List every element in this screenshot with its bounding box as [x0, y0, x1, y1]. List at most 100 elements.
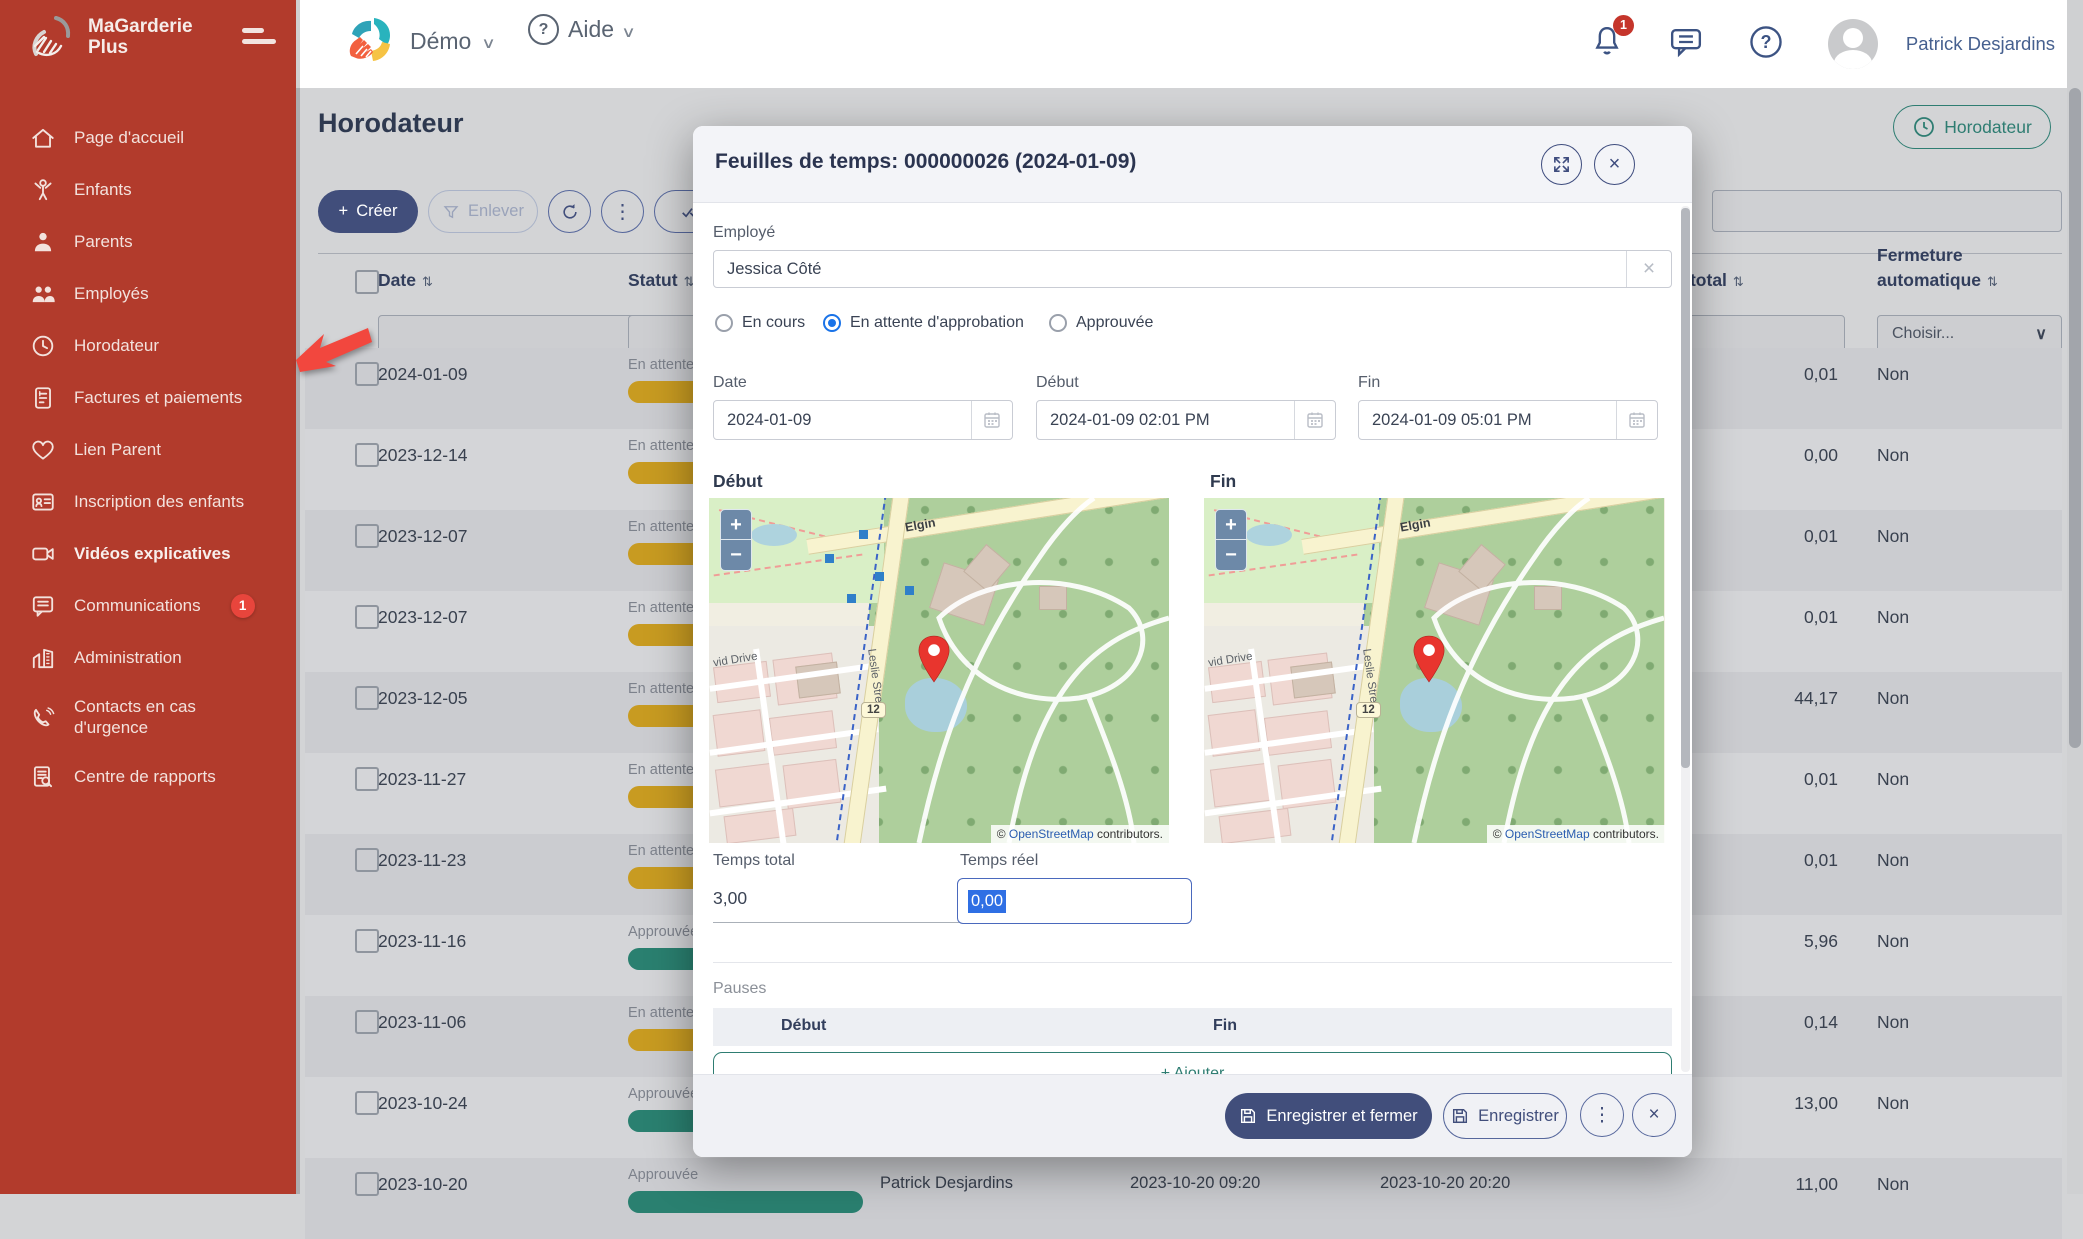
sidebar-item-label: Enfants: [74, 180, 132, 201]
radio-en-attente-d-approbation[interactable]: En attente d'approbation: [823, 314, 1024, 332]
sidebar-toggle-icon[interactable]: [242, 28, 278, 50]
brand-name: MaGarderie Plus: [88, 16, 193, 59]
row-checkbox[interactable]: [355, 929, 379, 953]
cell-date: 2023-11-06: [378, 1012, 466, 1033]
calendar-icon[interactable]: [1616, 401, 1657, 439]
sidebar-item-enfants[interactable]: Enfants: [0, 164, 296, 216]
column-header-statut[interactable]: Statut⇅: [628, 270, 694, 291]
horodateur-header-button[interactable]: Horodateur: [1893, 105, 2051, 149]
zoom-out-button[interactable]: −: [1215, 540, 1247, 571]
help-button[interactable]: ?: [1748, 24, 1784, 65]
row-checkbox[interactable]: [355, 1172, 379, 1196]
modal-more-actions-button[interactable]: ⋮: [1580, 1093, 1624, 1137]
column-header-date[interactable]: Date⇅: [378, 270, 433, 291]
zoom-out-button[interactable]: −: [720, 540, 752, 571]
map-pin-icon: [915, 634, 953, 684]
fin-input[interactable]: 2024-01-09 05:01 PM: [1358, 400, 1658, 440]
zoom-in-button[interactable]: +: [1215, 509, 1247, 540]
sidebar-item-employ-s[interactable]: Employés: [0, 268, 296, 320]
zoom-in-button[interactable]: +: [720, 509, 752, 540]
table-search-input[interactable]: [1712, 190, 2062, 232]
sidebar-item-factures-et-paiements[interactable]: Factures et paiements: [0, 372, 296, 424]
messages-button[interactable]: [1668, 25, 1704, 64]
sidebar-item-parents[interactable]: Parents: [0, 216, 296, 268]
temps-reel-label: Temps réel: [960, 852, 1038, 870]
table-row[interactable]: 2023-10-20ApprouvéePatrick Desjardins202…: [305, 1158, 2062, 1239]
row-checkbox[interactable]: [355, 524, 379, 548]
brand: MaGarderie Plus: [22, 10, 193, 64]
select-all-checkbox[interactable]: [355, 270, 379, 294]
sidebar-item-contacts-en-cas-d-urgence[interactable]: Contacts en cas d'urgence: [0, 684, 296, 751]
radio-en-cours[interactable]: En cours: [715, 314, 805, 332]
clear-employe-button[interactable]: ×: [1626, 251, 1671, 287]
map-fin[interactable]: ElginLeslie Streetvid Drive12+−© OpenStr…: [1204, 498, 1665, 843]
sidebar-item-communications[interactable]: Communications1: [0, 580, 296, 632]
employe-input[interactable]: Jessica Côté ×: [713, 250, 1672, 288]
save-button[interactable]: Enregistrer: [1443, 1093, 1567, 1139]
row-checkbox[interactable]: [355, 767, 379, 791]
sort-icon: ⇅: [1733, 274, 1744, 289]
filter-fermeture-select[interactable]: Choisir... ∨: [1877, 315, 2062, 352]
calendar-icon[interactable]: [1294, 401, 1335, 439]
expand-modal-button[interactable]: [1541, 144, 1582, 185]
sidebar-item-label: Vidéos explicatives: [74, 544, 231, 565]
cell-end: 2023-10-20 20:20: [1380, 1174, 1510, 1193]
user-avatar[interactable]: [1828, 19, 1878, 69]
radio-approuv-e[interactable]: Approuvée: [1049, 314, 1153, 332]
openstreetmap-link[interactable]: OpenStreetMap: [1009, 827, 1094, 841]
debut-input[interactable]: 2024-01-09 02:01 PM: [1036, 400, 1336, 440]
refresh-button[interactable]: [548, 190, 591, 233]
refresh-icon: [560, 202, 580, 222]
remove-button[interactable]: Enlever: [428, 190, 538, 233]
row-checkbox[interactable]: [355, 1091, 379, 1115]
cell-auto-close: Non: [1877, 769, 1909, 790]
temps-reel-input[interactable]: 0,00: [957, 878, 1192, 924]
org-switcher[interactable]: Démo ∨: [344, 14, 494, 68]
sidebar-item-label: Administration: [74, 648, 182, 669]
save-and-close-button[interactable]: Enregistrer et fermer: [1225, 1093, 1432, 1139]
modal-close-footer-button[interactable]: ×: [1632, 1093, 1676, 1137]
funnel-icon: [442, 203, 460, 221]
radio-label: En cours: [742, 314, 805, 332]
row-checkbox[interactable]: [355, 1010, 379, 1034]
sidebar-item-lien-parent[interactable]: Lien Parent: [0, 424, 296, 476]
calendar-icon[interactable]: [971, 401, 1012, 439]
chat-icon: [1668, 25, 1704, 59]
idcard-icon: [30, 489, 56, 515]
notifications-button[interactable]: 1: [1590, 24, 1624, 65]
row-checkbox[interactable]: [355, 686, 379, 710]
cell-date: 2023-10-24: [378, 1093, 468, 1114]
row-checkbox[interactable]: [355, 848, 379, 872]
sidebar-item-centre-de-rapports[interactable]: Centre de rapports: [0, 751, 296, 803]
modal-scrollbar[interactable]: [1681, 206, 1690, 1072]
cell-auto-close: Non: [1877, 1012, 1909, 1033]
clock-icon: [1912, 115, 1936, 139]
page-scrollbar[interactable]: [2067, 0, 2083, 1194]
sidebar: MaGarderie Plus Page d'accueil Enfants Par…: [0, 0, 296, 1194]
openstreetmap-link[interactable]: OpenStreetMap: [1505, 827, 1590, 841]
create-button[interactable]: + Créer: [318, 190, 418, 233]
date-input[interactable]: 2024-01-09: [713, 400, 1013, 440]
user-name[interactable]: Patrick Desjardins: [1906, 33, 2055, 55]
cell-status-text: En attente: [628, 600, 694, 616]
sidebar-item-administration[interactable]: Administration: [0, 632, 296, 684]
chat-icon: [30, 593, 56, 619]
cell-auto-close: Non: [1877, 1174, 1909, 1195]
sidebar-item-horodateur[interactable]: Horodateur: [0, 320, 296, 372]
chevron-down-icon: ∨: [481, 34, 496, 52]
row-checkbox[interactable]: [355, 443, 379, 467]
chevron-down-icon: ∨: [2035, 324, 2047, 344]
save-icon: [1239, 1107, 1257, 1125]
more-actions-button[interactable]: ⋮: [601, 190, 644, 233]
cell-status-text: En attente: [628, 357, 694, 373]
sidebar-item-inscription-des-enfants[interactable]: Inscription des enfants: [0, 476, 296, 528]
temps-total-value: 3,00: [713, 888, 747, 909]
help-menu[interactable]: ? Aide ∨: [528, 14, 634, 45]
sidebar-nav: Page d'accueil Enfants ParentsEmployésHoro…: [0, 112, 296, 803]
row-checkbox[interactable]: [355, 605, 379, 629]
sidebar-item-vid-os-explicatives[interactable]: Vidéos explicatives: [0, 528, 296, 580]
sidebar-item-page-d-accueil[interactable]: Page d'accueil: [0, 112, 296, 164]
column-header-fermeture[interactable]: Fermeture automatique⇅: [1877, 245, 1998, 291]
map-debut[interactable]: ElginLeslie Streetvid Drive12+−© OpenStr…: [709, 498, 1169, 843]
close-modal-button[interactable]: ×: [1594, 144, 1635, 185]
